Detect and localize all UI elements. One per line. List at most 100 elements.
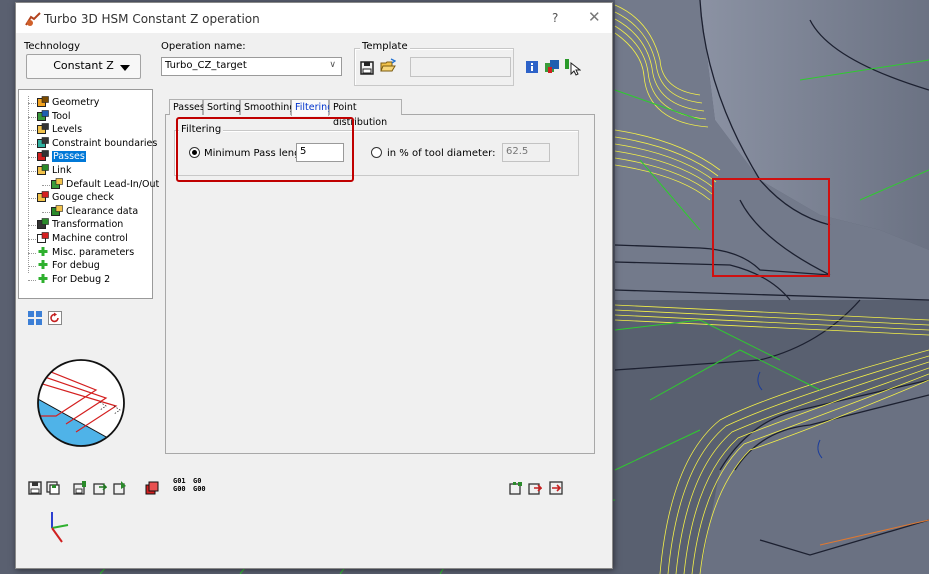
template-label: Template — [360, 41, 410, 52]
viewport-highlight-box — [712, 178, 830, 277]
filtering-highlight-box — [176, 117, 354, 182]
refresh-icon[interactable] — [48, 311, 62, 325]
tree-item-label: Constraint boundaries — [52, 137, 158, 149]
link-icon — [37, 164, 49, 175]
tree-connector — [28, 116, 36, 118]
save-template-icon[interactable] — [359, 60, 375, 76]
tab-passes[interactable]: Passes — [169, 99, 205, 115]
tree-item-link[interactable]: Link — [37, 164, 71, 177]
percent-diameter-field[interactable]: 62.5 — [502, 143, 550, 162]
tree-connector — [28, 266, 36, 268]
transformation-icon — [37, 218, 49, 230]
tree-connector — [28, 171, 36, 172]
geometry-icon — [37, 96, 49, 107]
tree-item-levels[interactable]: Levels — [37, 123, 82, 136]
tab-point-distribution[interactable]: Point distribution — [329, 99, 402, 128]
tab-smoothing[interactable]: Smoothing — [240, 99, 295, 115]
tree-item-gouge-check[interactable]: Gouge check — [37, 191, 114, 204]
machine-view-icon[interactable] — [544, 59, 560, 75]
save-icon[interactable] — [28, 481, 42, 495]
tree-item-machine-control[interactable]: Machine control — [37, 232, 128, 245]
tree-item-label: For Debug 2 — [52, 273, 111, 285]
tree-item-label: Default Lead-In/Out — [66, 178, 160, 190]
help-button[interactable]: ? — [552, 11, 558, 25]
stock-icon[interactable] — [145, 481, 159, 495]
gcode-g00-icon[interactable]: G0 G00 — [193, 477, 206, 493]
tree-item-geometry[interactable]: Geometry — [37, 96, 99, 109]
tree-item-transformation[interactable]: Transformation — [37, 218, 123, 231]
gcode-g01-bottom: G00 — [173, 485, 186, 493]
constraint-boundaries-icon — [37, 136, 49, 148]
tree-item-label: Transformation — [52, 219, 124, 231]
gcode-g01-top: G01 — [173, 477, 186, 485]
close-button[interactable]: ✕ — [588, 8, 601, 26]
gcode-g00-top: G0 — [193, 477, 202, 485]
tree-item-label: Clearance data — [66, 205, 139, 217]
gouge-check-icon — [37, 191, 49, 203]
tree-item-tool[interactable]: Tool — [37, 109, 71, 123]
plus-icon — [37, 246, 49, 257]
percent-diameter-radio[interactable] — [371, 147, 382, 158]
tree-item-clearance-data[interactable]: Clearance data — [51, 204, 139, 218]
tree-item-for-debug-2[interactable]: For Debug 2 — [37, 273, 110, 286]
template-field[interactable] — [410, 57, 511, 77]
tree-connector — [42, 211, 50, 213]
tree-item-label: Tool — [52, 110, 71, 122]
chevron-down-icon: ∨ — [329, 60, 336, 70]
operation-name-field[interactable]: Turbo_CZ_target ∨ — [161, 57, 342, 76]
layout-grid-icon[interactable] — [28, 311, 42, 325]
tree-connector — [28, 143, 36, 145]
plus-icon — [37, 273, 49, 284]
tool-icon — [37, 109, 49, 121]
tree-connector — [28, 279, 36, 281]
simulate-cursor-icon[interactable] — [563, 58, 581, 76]
gcode-g00-bottom: G00 — [193, 485, 206, 493]
tree-item-passes[interactable]: Passes — [37, 150, 86, 163]
tree-connector — [28, 198, 36, 200]
operation-dialog: Turbo 3D HSM Constant Z operation ? ✕ Te… — [15, 2, 613, 569]
save-as-icon[interactable] — [46, 481, 60, 495]
tree-connector — [28, 130, 36, 132]
tree-item-misc-parameters[interactable]: Misc. parameters — [37, 246, 134, 259]
export-icon[interactable] — [93, 481, 107, 495]
plus-icon — [37, 259, 49, 270]
tab-filtering[interactable]: Filtering — [291, 99, 333, 116]
technology-combo[interactable]: Constant Z — [26, 54, 141, 79]
clearance-data-icon — [51, 204, 63, 216]
technology-label: Technology — [24, 41, 81, 52]
pass-preview-diagram — [37, 359, 125, 447]
tree-item-label: Passes — [52, 151, 86, 163]
tree-connector — [28, 157, 36, 159]
save-calculate-icon[interactable] — [73, 481, 87, 495]
passes-icon — [37, 150, 49, 162]
tree-connector — [28, 239, 36, 240]
mill-tool-icon — [25, 12, 41, 26]
axis-triad-icon — [51, 512, 69, 543]
calculate-icon[interactable] — [113, 481, 127, 495]
tree-item-constraint-boundaries[interactable]: Constraint boundaries — [37, 136, 158, 150]
ok-icon[interactable] — [509, 481, 523, 495]
parameter-tree[interactable]: Geometry Tool Levels Constraint boundaries P… — [18, 89, 159, 299]
chevron-down-icon — [120, 65, 130, 71]
open-folder-icon[interactable] — [380, 58, 396, 74]
tree-connector — [28, 96, 29, 273]
tree-item-for-debug[interactable]: For debug — [37, 259, 100, 272]
gcode-g01-icon[interactable]: G01 G00 — [173, 477, 186, 493]
title-bar[interactable]: Turbo 3D HSM Constant Z operation ? ✕ — [16, 3, 612, 33]
lead-in-out-icon — [51, 177, 63, 189]
operation-name-value: Turbo_CZ_target — [165, 60, 247, 71]
tree-item-default-lead-in-out[interactable]: Default Lead-In/Out — [51, 177, 160, 191]
apply-icon[interactable] — [528, 481, 542, 495]
tree-item-label: Gouge check — [52, 192, 114, 204]
tree-item-label: Machine control — [52, 233, 128, 244]
tree-item-label: Levels — [52, 124, 83, 136]
technology-value: Constant Z — [53, 59, 114, 72]
machine-control-icon — [37, 232, 49, 243]
cancel-icon[interactable] — [549, 481, 563, 495]
window-title: Turbo 3D HSM Constant Z operation — [44, 12, 260, 26]
operation-name-label: Operation name: — [161, 41, 246, 52]
tree-connector — [42, 184, 50, 186]
tree-item-label: Misc. parameters — [52, 246, 135, 258]
tab-sorting[interactable]: Sorting — [203, 99, 241, 115]
info-icon[interactable] — [526, 61, 538, 73]
